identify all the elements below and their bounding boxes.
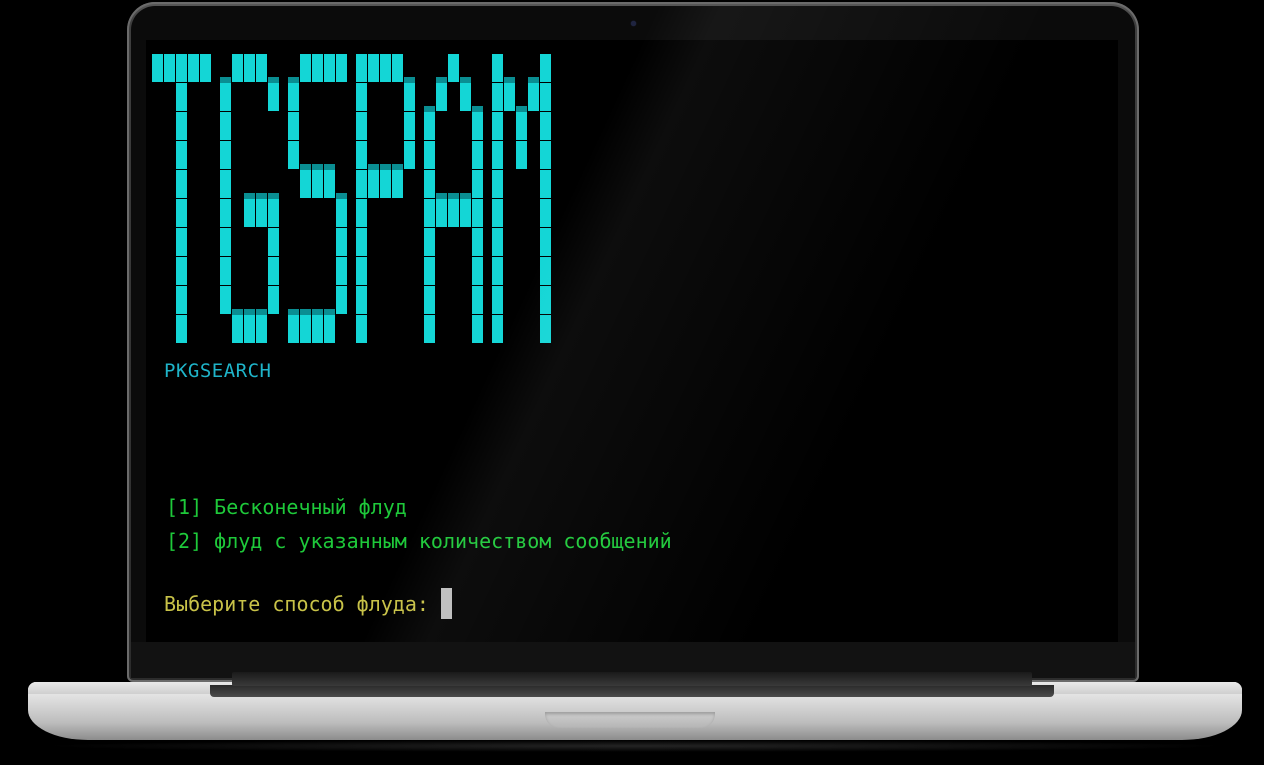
terminal-window[interactable]: PKGSEARCH [1] Бесконечный флуд [2] флуд …: [146, 40, 1118, 642]
prompt-label: Выберите способ флуда:: [164, 591, 429, 616]
menu-option-infinite: [1] Бесконечный флуд: [166, 495, 407, 519]
laptop-mockup: PKGSEARCH [1] Бесконечный флуд [2] флуд …: [0, 0, 1264, 765]
input-prompt[interactable]: Выберите способ флуда:: [164, 588, 452, 619]
tagline: PKGSEARCH: [164, 360, 272, 382]
banner-letter: [288, 54, 350, 354]
menu-option-count: [2] флуд с указанным количеством сообщен…: [166, 529, 672, 553]
banner-letter: [492, 54, 554, 354]
hinge: [232, 672, 1032, 686]
trackpad-notch: [545, 712, 715, 728]
banner-letter: [356, 54, 418, 354]
webcam-icon: [631, 21, 636, 26]
shadow: [40, 740, 1230, 752]
banner-letter: [220, 54, 282, 354]
menu-options: [1] Бесконечный флуд [2] флуд с указанны…: [166, 490, 672, 558]
ascii-banner: [152, 54, 554, 354]
banner-letter: [424, 54, 486, 354]
banner-letter: [152, 54, 214, 354]
text-cursor[interactable]: [440, 588, 452, 619]
keyboard-slot: [210, 685, 1054, 697]
